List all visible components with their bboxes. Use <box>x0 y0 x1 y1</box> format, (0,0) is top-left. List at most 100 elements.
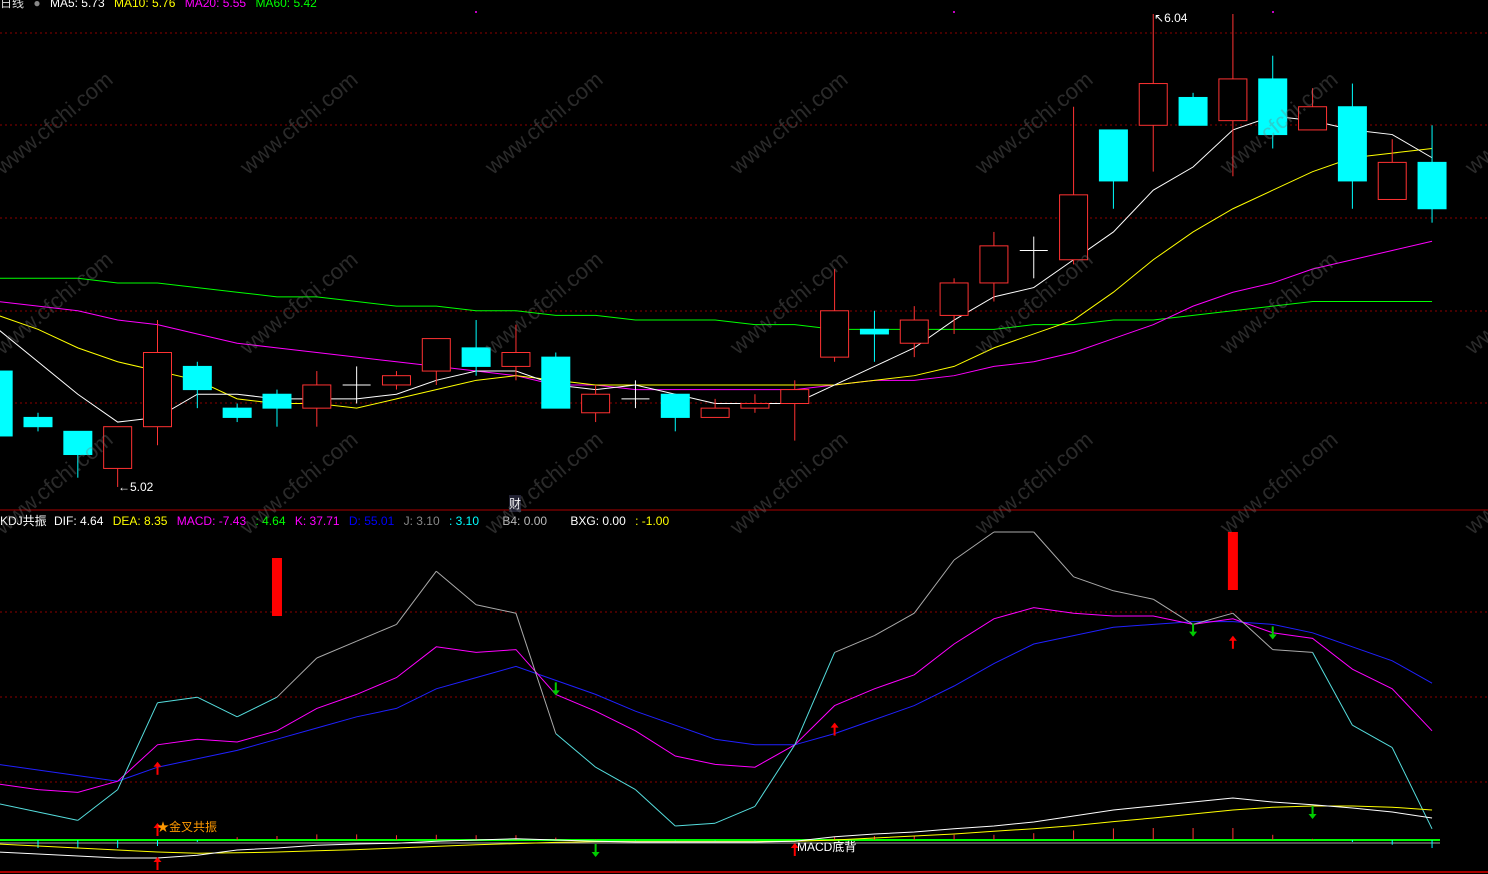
macd-value: MACD: -7.43 <box>176 514 247 528</box>
j-line-segment <box>197 696 238 718</box>
j-line-segment <box>396 570 437 625</box>
indicator-name[interactable]: KDJ共振 <box>0 514 47 528</box>
candle-body <box>1178 96 1208 126</box>
candle-body <box>1059 194 1089 261</box>
candle-body <box>1258 78 1288 136</box>
event-dot <box>475 11 477 13</box>
v2-value: : 3.10 <box>448 514 480 528</box>
golden-cross-label: ★金叉共振 <box>157 820 218 834</box>
stock-chart[interactable] <box>0 0 1488 874</box>
ma5-value: MA5: 5.73 <box>49 0 105 10</box>
ma60-value: MA60: 5.42 <box>255 0 317 10</box>
ma10-line <box>0 147 1433 409</box>
candle-body <box>222 407 252 418</box>
macd-divergence-label: MACD底背 <box>797 840 857 854</box>
j-line-segment <box>236 696 278 718</box>
d-line <box>0 621 1433 782</box>
low-price-value: 5.02 <box>130 480 154 494</box>
j-line-segment <box>435 570 477 606</box>
j-value: J: 3.10 <box>403 514 440 528</box>
candle-body <box>1098 129 1128 182</box>
settings-icon[interactable]: ● <box>33 0 40 10</box>
j-line-segment <box>1232 612 1274 650</box>
j-line-segment <box>714 805 756 824</box>
sell-arrow-icon-head <box>1308 814 1317 819</box>
j-line-segment <box>1192 612 1234 625</box>
candle-body <box>700 407 730 418</box>
candle-body <box>581 393 611 414</box>
dif-value: DIF: 4.64 <box>54 514 104 528</box>
j-line-segment <box>37 811 78 821</box>
j-line-segment <box>595 766 636 791</box>
ma5-line <box>0 115 1433 423</box>
j-line-segment <box>1073 576 1114 592</box>
candle-body <box>63 430 93 456</box>
j-line-segment <box>555 733 596 768</box>
candle-body <box>182 365 212 391</box>
j-line-segment <box>316 640 357 659</box>
candle-body <box>23 416 53 428</box>
candle-body <box>421 338 451 372</box>
candle-body <box>461 347 491 367</box>
high-price-label: ↖6.04 <box>1154 11 1188 25</box>
candle-body <box>899 319 929 344</box>
candle-body <box>142 352 172 428</box>
j-line-segment <box>1272 649 1313 653</box>
d-value: D: 55.01 <box>348 514 395 528</box>
j-line-segment <box>1113 590 1154 600</box>
j-line-segment <box>675 822 716 827</box>
bxg-value: BXG: 0.00 <box>570 514 626 528</box>
candle-body <box>740 403 770 409</box>
buy-arrow-icon-head <box>830 722 839 728</box>
finance-flag[interactable]: 财 <box>509 495 522 512</box>
k-line <box>0 607 1433 793</box>
signal-bar <box>1227 532 1238 590</box>
sell-arrow-icon-head <box>1268 634 1277 640</box>
low-price-label: ←5.02 <box>118 480 154 494</box>
j-line-segment <box>635 789 676 827</box>
candle-body <box>780 389 810 405</box>
j-line-segment <box>276 657 318 698</box>
j-line-segment <box>515 613 557 734</box>
b4-value: B4: 0.00 <box>502 514 548 528</box>
candle-body <box>501 352 531 367</box>
sell-arrow-icon-head <box>1189 631 1198 637</box>
sell-arrow-icon-head <box>551 690 560 696</box>
candle-body <box>381 375 411 386</box>
j-line-segment <box>1352 724 1393 749</box>
j-line-segment <box>77 789 118 821</box>
candle-body <box>979 245 1009 284</box>
j-line-segment <box>874 612 915 637</box>
dea-value: DEA: 8.35 <box>112 514 168 528</box>
j-line-segment <box>953 531 995 561</box>
candle-body <box>1337 106 1367 182</box>
candle-body <box>1417 161 1447 210</box>
high-price-value: 6.04 <box>1164 11 1188 25</box>
candle-body <box>820 310 850 358</box>
j-line-segment <box>834 635 875 653</box>
buy-arrow-icon-head <box>153 761 162 767</box>
sell-arrow-icon-head <box>591 852 600 857</box>
signal-bar <box>271 558 282 616</box>
j-line-segment <box>1033 531 1074 578</box>
ma20-line <box>0 240 1433 391</box>
candle-body <box>660 393 690 418</box>
v3-value: : -1.00 <box>635 514 670 528</box>
j-line-segment <box>754 744 796 807</box>
v1-value: : 4.64 <box>255 514 286 528</box>
event-dot <box>1272 11 1274 13</box>
j-line-segment <box>1312 652 1353 726</box>
ma20-value: MA20: 5.55 <box>184 0 247 10</box>
candle-body <box>541 356 571 409</box>
candle-body <box>302 384 332 409</box>
candle-body <box>0 370 13 437</box>
j-line-segment <box>117 702 158 790</box>
ma60-line <box>0 277 1433 330</box>
event-dot <box>953 11 955 13</box>
indicator-header: KDJ共振 DIF: 4.64 DEA: 8.35 MACD: -7.43 : … <box>0 512 675 529</box>
candle-body <box>1218 78 1248 122</box>
candle-body <box>1138 83 1168 126</box>
candle-body <box>1298 106 1328 131</box>
candle-body <box>103 426 133 469</box>
j-line-segment <box>356 623 397 642</box>
